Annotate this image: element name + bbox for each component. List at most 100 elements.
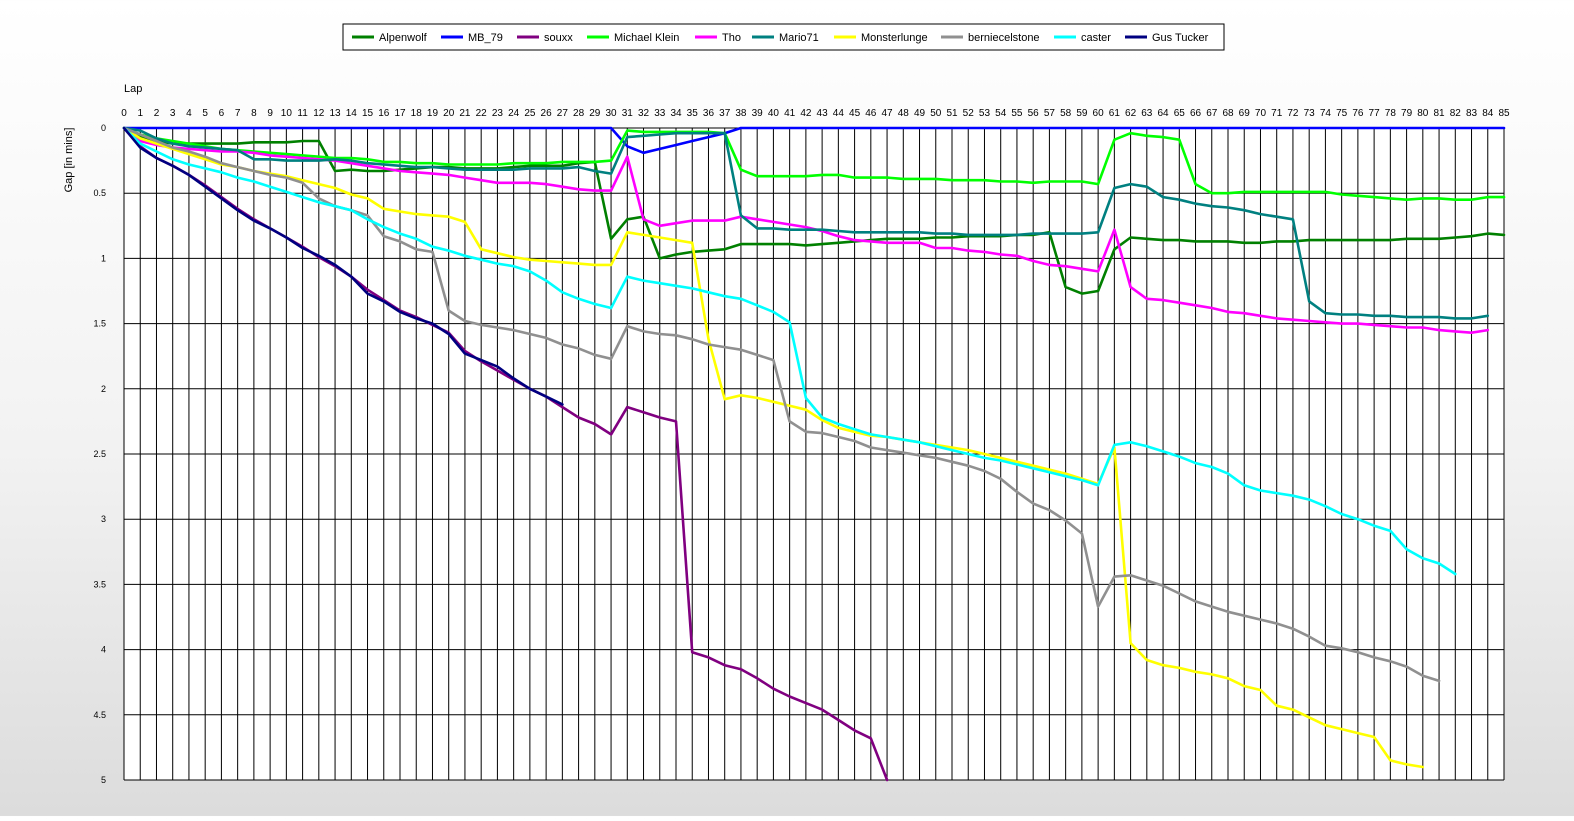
x-tick-label: 70 (1255, 108, 1267, 119)
x-tick-label: 58 (1060, 108, 1072, 119)
x-tick-label: 67 (1206, 108, 1218, 119)
x-tick-label: 16 (378, 108, 390, 119)
y-tick-label: 5 (101, 775, 106, 785)
x-tick-label: 39 (752, 108, 764, 119)
y-tick-label: 2.5 (93, 449, 106, 459)
x-tick-label: 68 (1222, 108, 1234, 119)
legend-label: berniecelstone (968, 32, 1040, 44)
x-tick-label: 49 (914, 108, 926, 119)
y-tick-label: 4 (101, 645, 106, 655)
x-tick-label: 47 (881, 108, 893, 119)
y-tick-label: 4.5 (93, 710, 106, 720)
x-tick-label: 18 (411, 108, 423, 119)
x-tick-label: 54 (995, 108, 1007, 119)
x-tick-label: 61 (1109, 108, 1121, 119)
x-tick-label: 17 (394, 108, 406, 119)
x-tick-label: 4 (186, 108, 192, 119)
x-tick-label: 9 (267, 108, 273, 119)
x-tick-label: 36 (703, 108, 715, 119)
y-tick-label: 0 (101, 123, 106, 133)
x-tick-label: 6 (219, 108, 225, 119)
x-tick-label: 35 (687, 108, 699, 119)
x-tick-label: 75 (1336, 108, 1348, 119)
legend: Alpenwolf MB_79 souxx Michael Klein Tho Mario… (342, 23, 1225, 51)
x-tick-label: 59 (1076, 108, 1088, 119)
x-tick-label: 52 (963, 108, 975, 119)
x-tick-label: 65 (1174, 108, 1186, 119)
y-tick-label: 0.5 (93, 188, 106, 198)
x-tick-label: 7 (235, 108, 241, 119)
x-tick-label: 34 (670, 108, 682, 119)
x-tick-label: 2 (154, 108, 160, 119)
x-tick-label: 82 (1450, 108, 1462, 119)
x-tick-label: 64 (1157, 108, 1169, 119)
y-tick-label: 2 (101, 384, 106, 394)
x-tick-label: 25 (524, 108, 536, 119)
x-tick-label: 3 (170, 108, 176, 119)
y-tick-label: 1.5 (93, 319, 106, 329)
x-tick-label: 10 (281, 108, 293, 119)
x-tick-label: 31 (622, 108, 634, 119)
x-tick-label: 56 (1028, 108, 1040, 119)
x-tick-label: 48 (898, 108, 910, 119)
x-tick-label: 73 (1304, 108, 1316, 119)
y-tick-labels: 0 0.5 1 1.5 2 2.5 3 3.5 4 4.5 5 (93, 123, 106, 785)
x-tick-label: 24 (508, 108, 520, 119)
grid (123, 127, 1505, 781)
x-tick-label: 69 (1239, 108, 1251, 119)
legend-label: MB_79 (468, 32, 503, 44)
x-tick-label: 43 (817, 108, 829, 119)
x-tick-label: 83 (1466, 108, 1478, 119)
x-tick-label: 78 (1385, 108, 1397, 119)
x-tick-label: 51 (946, 108, 958, 119)
x-tick-label: 42 (800, 108, 812, 119)
x-tick-label: 53 (979, 108, 991, 119)
x-tick-label: 57 (1044, 108, 1056, 119)
x-tick-label: 30 (605, 108, 617, 119)
x-tick-label: 27 (557, 108, 569, 119)
x-tick-label: 62 (1125, 108, 1137, 119)
x-tick-label: 14 (346, 108, 358, 119)
x-tick-label: 28 (573, 108, 585, 119)
x-tick-label: 76 (1352, 108, 1364, 119)
x-tick-label: 45 (849, 108, 861, 119)
x-tick-label: 1 (137, 108, 143, 119)
x-tick-label: 60 (1093, 108, 1105, 119)
y-tick-label: 1 (101, 253, 106, 263)
x-tick-label: 40 (768, 108, 780, 119)
x-tick-label: 41 (784, 108, 796, 119)
x-tick-label: 11 (297, 108, 308, 119)
x-tick-label: 32 (638, 108, 650, 119)
x-tick-label: 63 (1141, 108, 1153, 119)
x-tick-label: 74 (1320, 108, 1332, 119)
x-tick-label: 23 (492, 108, 504, 119)
chart-root: Alpenwolf MB_79 souxx Michael Klein Tho Mario… (0, 0, 1574, 816)
x-tick-label: 46 (865, 108, 877, 119)
legend-label: Monsterlunge (861, 32, 928, 44)
x-tick-label: 80 (1417, 108, 1429, 119)
x-tick-label: 72 (1287, 108, 1299, 119)
legend-label: Mario71 (779, 32, 819, 44)
legend-label: caster (1081, 32, 1111, 44)
x-tick-label: 5 (202, 108, 208, 119)
y-tick-label: 3.5 (93, 579, 106, 589)
x-tick-label: 77 (1369, 108, 1381, 119)
x-tick-label: 81 (1433, 108, 1445, 119)
line-chart: Alpenwolf MB_79 souxx Michael Klein Tho Mario… (63, 23, 1510, 785)
x-tick-label: 13 (329, 108, 341, 119)
x-tick-label: 22 (476, 108, 488, 119)
x-tick-label: 85 (1498, 108, 1510, 119)
x-tick-label: 71 (1271, 108, 1283, 119)
legend-label: Alpenwolf (379, 32, 428, 44)
x-tick-label: 38 (735, 108, 747, 119)
x-tick-label: 15 (362, 108, 374, 119)
x-tick-label: 50 (930, 108, 942, 119)
legend-label: Tho (722, 32, 741, 44)
x-tick-label: 19 (427, 108, 439, 119)
x-tick-label: 20 (443, 108, 455, 119)
x-tick-label: 29 (589, 108, 601, 119)
x-tick-label: 44 (833, 108, 845, 119)
x-tick-label: 8 (251, 108, 257, 119)
x-axis-label: Lap (124, 83, 142, 95)
x-tick-label: 21 (459, 108, 471, 119)
